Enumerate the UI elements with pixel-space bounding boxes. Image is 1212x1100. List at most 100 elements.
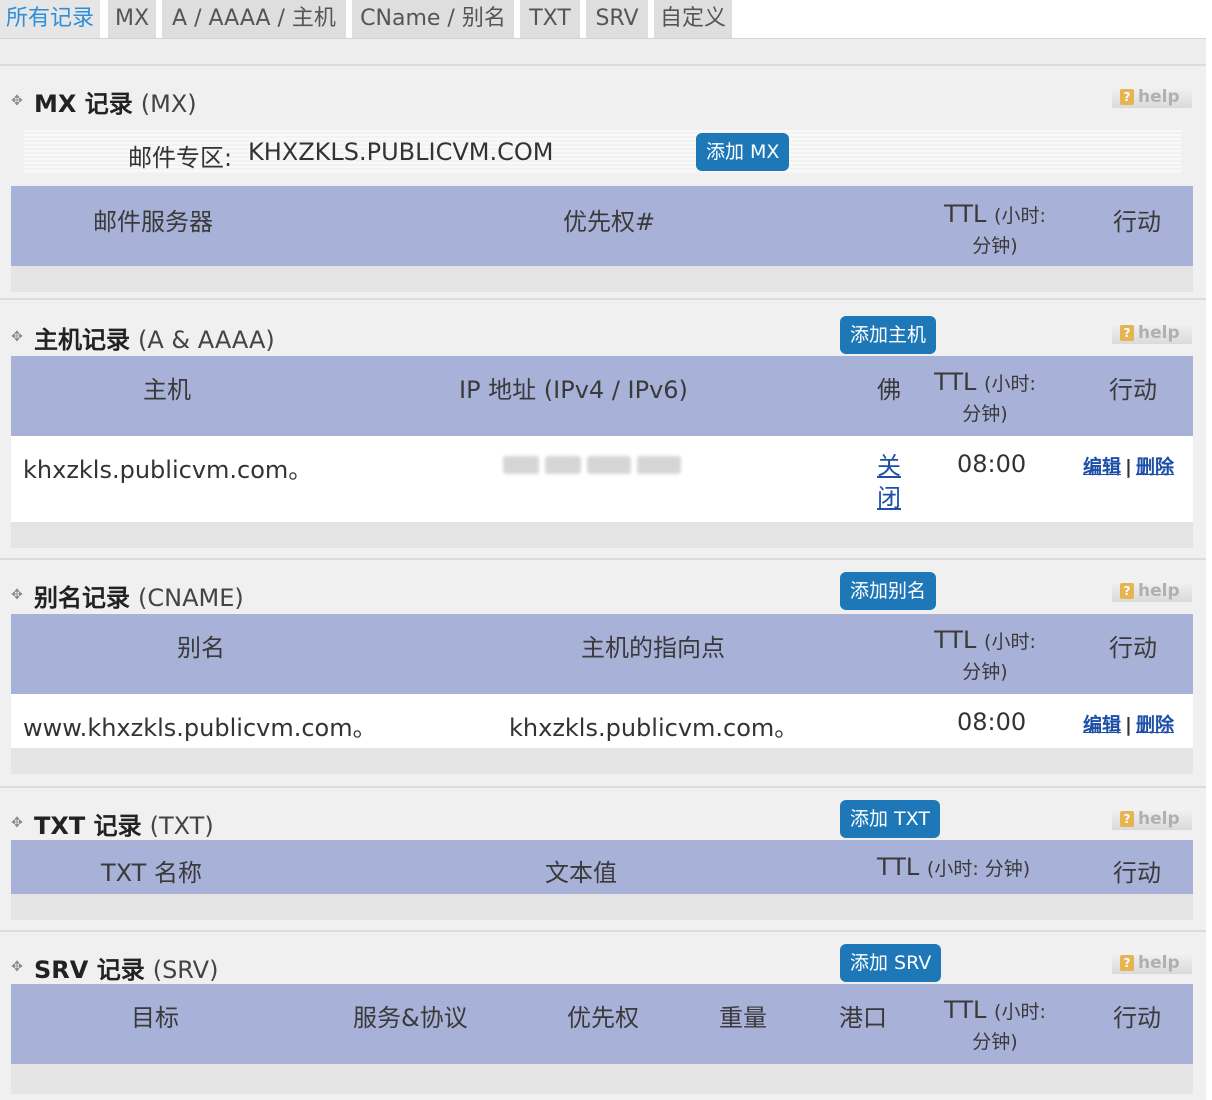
- ttl-unit-1: (小时:: [984, 631, 1036, 653]
- expand-icon[interactable]: ✥: [10, 94, 24, 108]
- add-host-button[interactable]: 添加主机: [840, 316, 937, 354]
- txt-subtitle: (TXT): [149, 812, 214, 840]
- col-ttl: TTL (小时: 分钟): [929, 626, 1041, 686]
- txt-table-footer: [11, 894, 1193, 920]
- table-row: www.khxzkls.publicvm.com。 khxzkls.public…: [11, 694, 1193, 748]
- ttl-unit-2: 分钟): [972, 1031, 1018, 1053]
- help-icon: ?: [1120, 811, 1134, 827]
- col-port: 港口: [839, 1004, 887, 1032]
- expand-icon[interactable]: ✥: [10, 816, 24, 830]
- ttl-unit-2: 分钟): [962, 661, 1008, 683]
- col-host-target: 主机的指向点: [581, 634, 725, 662]
- col-action: 行动: [1109, 634, 1157, 662]
- col-host: 主机: [143, 376, 191, 404]
- cname-title: 别名记录: [34, 584, 130, 612]
- help-icon: ?: [1120, 583, 1134, 599]
- col-priority: 优先权: [567, 1004, 639, 1032]
- srv-table-header: 目标 服务&协议 优先权 重量 港口 TTL (小时: 分钟) 行动: [11, 984, 1193, 1064]
- action-separator: |: [1125, 714, 1132, 736]
- mail-zone-bar: 邮件专区: KHXZKLS.PUBLICVM.COM: [24, 130, 1182, 174]
- add-mx-button[interactable]: 添加 MX: [696, 133, 790, 171]
- txt-title: TXT 记录: [34, 812, 142, 840]
- ttl-unit-1: (小时:: [994, 1001, 1046, 1023]
- cname-records-panel: ✥ 别名记录 (CNAME) 添加别名 ? help 别名 主机的指向点 TTL (…: [0, 558, 1206, 787]
- help-label: help: [1138, 87, 1180, 107]
- col-action: 行动: [1113, 208, 1161, 236]
- expand-icon[interactable]: ✥: [10, 960, 24, 974]
- edit-link[interactable]: 编辑: [1083, 714, 1121, 736]
- host-panel-title: 主机记录 (A & AAAA): [34, 320, 275, 355]
- ttl-unit-2: 分钟): [962, 403, 1008, 425]
- table-row: khxzkls.publicvm.com。 关闭 08:00 编辑 | 删除: [11, 436, 1193, 522]
- add-txt-button[interactable]: 添加 TXT: [840, 800, 940, 838]
- host-records-panel: ✥ 主机记录 (A & AAAA) 添加主机 ? help 主机 IP 地址 (IP…: [0, 298, 1206, 559]
- txt-help-button[interactable]: ? help: [1112, 808, 1192, 830]
- col-text-value: 文本值: [545, 859, 617, 887]
- col-ttl: TTL (小时: 分钟): [877, 853, 1030, 881]
- add-alias-button[interactable]: 添加别名: [840, 572, 937, 610]
- tab-a-aaaa-host[interactable]: A / AAAA / 主机: [162, 0, 346, 38]
- col-ttl: TTL (小时: 分钟): [939, 200, 1051, 260]
- srv-title: SRV 记录: [34, 956, 145, 984]
- col-ip-address: IP 地址 (IPv4 / IPv6): [459, 376, 688, 404]
- col-target: 目标: [131, 1004, 179, 1032]
- tab-mx[interactable]: MX: [108, 0, 156, 38]
- row-actions: 编辑 | 删除: [1083, 452, 1174, 479]
- mail-zone-value: KHXZKLS.PUBLICVM.COM: [248, 138, 554, 166]
- ttl-unit-2: 分钟): [972, 235, 1018, 257]
- edit-link[interactable]: 编辑: [1083, 456, 1121, 478]
- tab-cname-alias[interactable]: CName / 别名: [352, 0, 514, 38]
- ttl-label: TTL: [944, 996, 987, 1024]
- col-ttl: TTL (小时: 分钟): [929, 368, 1041, 428]
- expand-icon[interactable]: ✥: [10, 330, 24, 344]
- cname-help-button[interactable]: ? help: [1112, 580, 1192, 602]
- tab-custom[interactable]: 自定义: [654, 0, 732, 38]
- mx-help-button[interactable]: ? help: [1112, 86, 1192, 108]
- ttl-label: TTL: [934, 626, 977, 654]
- fo-toggle-link[interactable]: 关闭: [877, 450, 901, 514]
- txt-table-header: TXT 名称 文本值 TTL (小时: 分钟) 行动: [11, 840, 1193, 894]
- tab-all-records[interactable]: 所有记录: [0, 0, 100, 38]
- srv-help-button[interactable]: ? help: [1112, 952, 1192, 974]
- help-label: help: [1138, 809, 1180, 829]
- host-title: 主机记录: [34, 326, 130, 354]
- tab-srv[interactable]: SRV: [586, 0, 648, 38]
- srv-subtitle: (SRV): [152, 956, 219, 984]
- txt-records-panel: ✥ TXT 记录 (TXT) 添加 TXT ? help TXT 名称 文本值 TT…: [0, 786, 1206, 931]
- alias-target: khxzkls.publicvm.com。: [509, 714, 799, 742]
- col-fo: 佛: [877, 376, 901, 404]
- cname-panel-title: 别名记录 (CNAME): [34, 578, 244, 613]
- cname-subtitle: (CNAME): [138, 584, 244, 612]
- ip-address-redacted: [503, 448, 681, 482]
- ttl-unit-1: (小时:: [994, 205, 1046, 227]
- col-txt-name: TXT 名称: [101, 859, 202, 887]
- help-label: help: [1138, 323, 1180, 343]
- host-subtitle: (A & AAAA): [138, 326, 275, 354]
- cname-table-header: 别名 主机的指向点 TTL (小时: 分钟) 行动: [11, 614, 1193, 694]
- host-table-footer: [11, 522, 1193, 548]
- help-label: help: [1138, 953, 1180, 973]
- col-mail-server: 邮件服务器: [93, 208, 213, 236]
- host-help-button[interactable]: ? help: [1112, 322, 1192, 344]
- expand-icon[interactable]: ✥: [10, 588, 24, 602]
- delete-link[interactable]: 删除: [1136, 456, 1174, 478]
- ttl-unit-1: (小时:: [984, 373, 1036, 395]
- ttl-value: 08:00: [957, 450, 1027, 478]
- cname-table-footer: [11, 748, 1193, 774]
- srv-records-panel: ✥ SRV 记录 (SRV) 添加 SRV ? help 目标 服务&协议 优先权 …: [0, 930, 1206, 1100]
- tab-txt[interactable]: TXT: [520, 0, 580, 38]
- add-srv-button[interactable]: 添加 SRV: [840, 944, 942, 982]
- delete-link[interactable]: 删除: [1136, 714, 1174, 736]
- mx-table-footer: [11, 266, 1193, 292]
- txt-panel-title: TXT 记录 (TXT): [34, 806, 214, 841]
- col-action: 行动: [1109, 376, 1157, 404]
- mx-table-header: 邮件服务器 优先权# TTL (小时: 分钟) 行动: [11, 186, 1193, 266]
- help-icon: ?: [1120, 89, 1134, 105]
- ttl-label: TTL: [934, 368, 977, 396]
- tab-strip-divider: [0, 38, 1206, 65]
- help-icon: ?: [1120, 325, 1134, 341]
- col-ttl: TTL (小时: 分钟): [939, 996, 1051, 1056]
- host-name: khxzkls.publicvm.com。: [23, 456, 313, 484]
- col-weight: 重量: [719, 1004, 767, 1032]
- row-actions: 编辑 | 删除: [1083, 710, 1174, 737]
